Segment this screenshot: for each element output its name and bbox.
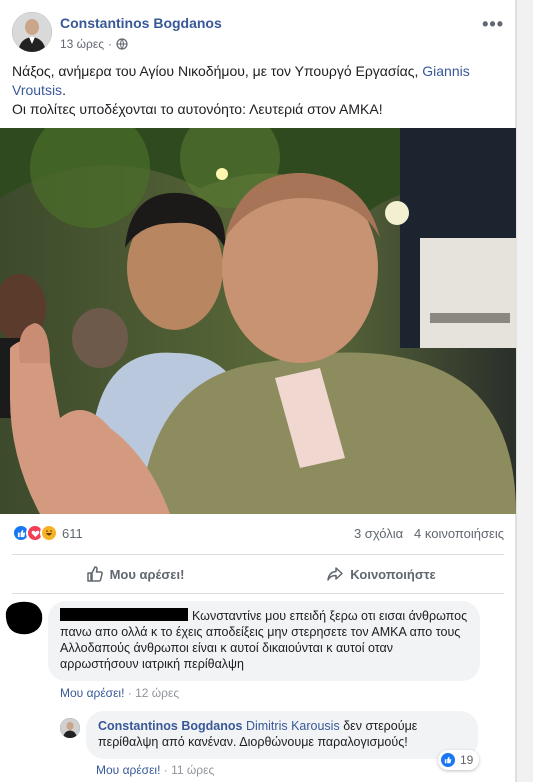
share-button[interactable]: Κοινοποιήστε (258, 556, 504, 592)
post-actions: Μου αρέσει! Κοινοποιήστε (12, 556, 504, 592)
reply-actions: Μου αρέσει! · 11 ώρες (96, 763, 214, 777)
commenter-avatar-redacted (2, 600, 44, 636)
divider (12, 593, 504, 594)
reply-time[interactable]: 11 ώρες (171, 763, 214, 777)
post-card: Constantinos Bogdanos 13 ώρες · ••• Νάξο… (0, 0, 516, 782)
comment-like-link[interactable]: Μου αρέσει! (60, 686, 124, 700)
comment-bubble: Κωνσταντίνε μου επειδή ξερω οτι εισαι άν… (48, 601, 480, 681)
thumbs-up-icon (86, 566, 103, 582)
page-scrollbar[interactable] (516, 0, 533, 782)
reactions-summary[interactable]: 611 (12, 524, 83, 542)
like-button-label: Μου αρέσει! (109, 566, 185, 582)
reply-tag[interactable]: Dimitris Karousis (246, 719, 340, 733)
comment-time[interactable]: 12 ώρες (135, 686, 179, 700)
reply-reaction-count: 19 (460, 753, 474, 767)
post-photo[interactable] (0, 128, 516, 514)
post-stats: 611 3 σχόλια 4 κοινοποιήσεις (12, 524, 504, 544)
share-button-label: Κοινοποιήστε (350, 566, 436, 582)
comment-dot: · (127, 686, 132, 700)
reply-author[interactable]: Constantinos Bogdanos (98, 719, 242, 733)
divider (12, 554, 504, 555)
reply-bubble: Constantinos Bogdanos Dimitris Karousis … (86, 711, 478, 759)
reply-dot: · (163, 763, 168, 777)
share-icon (327, 567, 344, 581)
post-text-line1-end: . (62, 82, 66, 98)
post-header: Constantinos Bogdanos 13 ώρες · ••• (12, 12, 504, 54)
dot-separator: · (108, 37, 113, 51)
more-options-icon[interactable]: ••• (482, 14, 504, 35)
like-button[interactable]: Μου αρέσει! (12, 556, 258, 592)
post-text: Νάξος, ανήμερα του Αγίου Νικοδήμου, με τ… (12, 62, 502, 119)
post-text-line1: Νάξος, ανήμερα του Αγίου Νικοδήμου, με τ… (12, 63, 423, 79)
author-name[interactable]: Constantinos Bogdanos (60, 15, 222, 31)
author-avatar[interactable] (12, 12, 52, 52)
comment-actions: Μου αρέσει! · 12 ώρες (60, 686, 179, 700)
post-time[interactable]: 13 ώρες (60, 37, 104, 51)
post-text-line2: Οι πολίτες υποδέχονται το αυτονόητο: Λευ… (12, 101, 383, 117)
stats-right: 3 σχόλια 4 κοινοποιήσεις (354, 526, 504, 541)
post-meta: 13 ώρες · (60, 37, 128, 51)
like-icon (440, 752, 456, 768)
reply-reactions[interactable]: 19 (438, 750, 480, 770)
comments-count-link[interactable]: 3 σχόλια (354, 526, 403, 541)
scrollbar-track (521, 0, 530, 782)
redacted-name (60, 608, 188, 621)
reply-like-link[interactable]: Μου αρέσει! (96, 763, 160, 777)
haha-icon (40, 524, 58, 542)
globe-icon[interactable] (116, 38, 128, 50)
reaction-count: 611 (62, 525, 83, 541)
reply-avatar[interactable] (60, 718, 80, 738)
shares-count-link[interactable]: 4 κοινοποιήσεις (414, 526, 504, 541)
